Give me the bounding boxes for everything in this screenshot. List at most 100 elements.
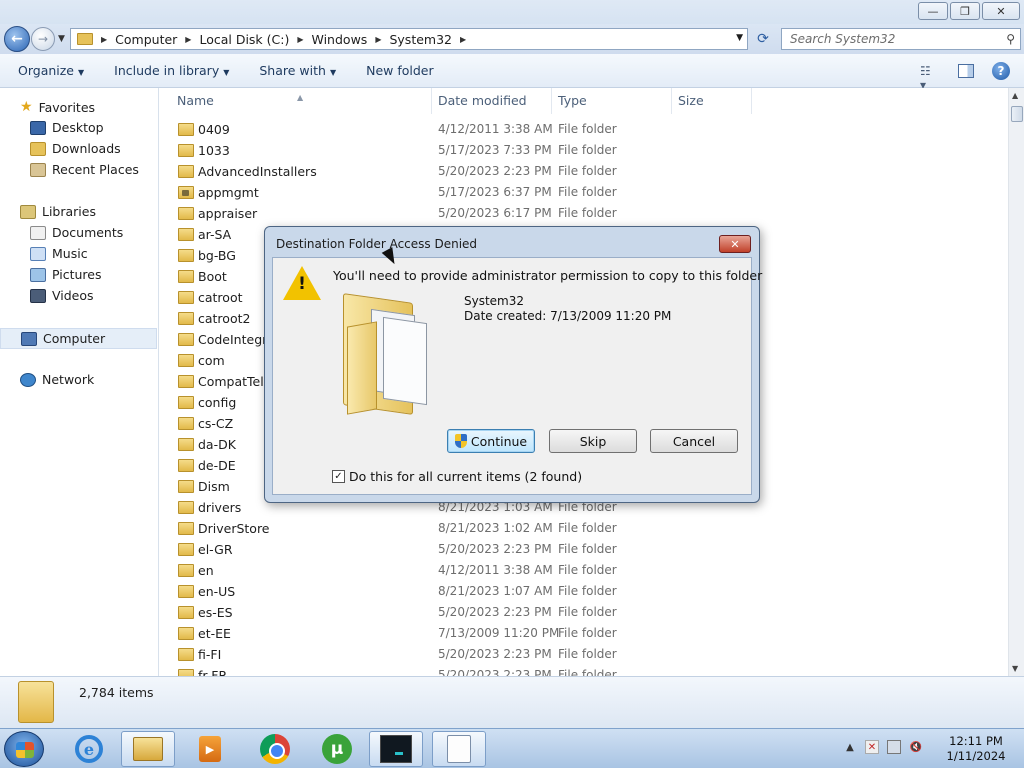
back-button[interactable]: ← (4, 26, 30, 52)
organize-button[interactable]: Organize ▼ (18, 63, 84, 78)
skip-button[interactable]: Skip (549, 429, 637, 453)
action-center-flag-icon[interactable]: ✕ (865, 740, 879, 754)
chevron-right-icon[interactable]: ▶ (185, 35, 191, 44)
folder-icon (178, 270, 194, 283)
address-dropdown-icon[interactable]: ▼ (736, 33, 743, 43)
cancel-button[interactable]: Cancel (650, 429, 738, 453)
file-date-modified: 5/17/2023 7:33 PM (438, 143, 552, 157)
nav-network[interactable]: Network (20, 372, 94, 387)
chevron-right-icon[interactable]: ▶ (460, 35, 466, 44)
dialog-close-button[interactable]: ✕ (719, 235, 751, 253)
taskbar-notepad[interactable] (432, 731, 486, 767)
file-row[interactable]: appmgmt 5/17/2023 6:37 PM File folder (160, 182, 1008, 203)
nav-computer[interactable]: Computer (0, 328, 157, 349)
file-date-modified: 4/12/2011 3:38 AM (438, 563, 553, 577)
breadcrumb-system32[interactable]: System32 (389, 32, 452, 47)
column-divider[interactable] (551, 88, 552, 114)
nav-pictures[interactable]: Pictures (30, 267, 102, 282)
file-name: es-ES (198, 605, 233, 620)
start-button[interactable] (4, 731, 44, 767)
address-bar[interactable]: ▶ Computer ▶ Local Disk (C:) ▶ Windows ▶… (70, 28, 748, 50)
file-row[interactable]: fi-FI 5/20/2023 2:23 PM File folder (160, 644, 1008, 665)
show-hidden-icons-icon[interactable]: ▲ (843, 740, 857, 754)
chevron-right-icon[interactable]: ▶ (297, 35, 303, 44)
nav-downloads[interactable]: Downloads (30, 141, 121, 156)
file-row[interactable]: appraiser 5/20/2023 6:17 PM File folder (160, 203, 1008, 224)
column-divider[interactable] (751, 88, 752, 114)
recent-pages-dropdown[interactable]: ▼ (58, 34, 65, 44)
forward-button[interactable]: → (31, 27, 55, 51)
breadcrumb-windows[interactable]: Windows (312, 32, 368, 47)
dialog-message: You'll need to provide administrator per… (333, 268, 763, 283)
column-header-date-modified[interactable]: Date modified (438, 93, 527, 108)
folder-icon (178, 228, 194, 241)
column-header-type[interactable]: Type (558, 93, 587, 108)
search-input[interactable]: Search System32 ⚲ (781, 28, 1021, 50)
include-in-library-button[interactable]: Include in library ▼ (114, 63, 229, 78)
continue-button[interactable]: Continue (447, 429, 535, 453)
chevron-right-icon[interactable]: ▶ (375, 35, 381, 44)
maximize-button[interactable]: ❐ (950, 2, 980, 20)
file-row[interactable]: en 4/12/2011 3:38 AM File folder (160, 560, 1008, 581)
clock[interactable]: 12:11 PM 1/11/2024 (940, 734, 1012, 764)
column-headers: ▲ Name Date modified Type Size (160, 88, 1008, 114)
network-status-icon[interactable] (887, 740, 901, 754)
column-header-name[interactable]: Name (177, 93, 214, 108)
file-row[interactable]: 0409 4/12/2011 3:38 AM File folder (160, 119, 1008, 140)
scroll-up-icon[interactable]: ▲ (1012, 91, 1018, 100)
file-row[interactable]: el-GR 5/20/2023 2:23 PM File folder (160, 539, 1008, 560)
file-row[interactable]: en-US 8/21/2023 1:07 AM File folder (160, 581, 1008, 602)
taskbar-utorrent[interactable]: µ (310, 731, 364, 767)
include-in-library-label: Include in library (114, 63, 220, 78)
change-view-icon[interactable]: ☷ ▾ (920, 64, 940, 92)
nav-recent-places[interactable]: Recent Places (30, 162, 139, 177)
taskbar-internet-explorer[interactable]: e (62, 731, 116, 767)
breadcrumb-local-disk[interactable]: Local Disk (C:) (199, 32, 289, 47)
dialog-folder-name: System32 (464, 294, 525, 308)
taskbar-windows-explorer[interactable] (121, 731, 175, 767)
nav-documents[interactable]: Documents (30, 225, 123, 240)
file-type: File folder (558, 605, 617, 619)
file-type: File folder (558, 164, 617, 178)
close-button[interactable]: ✕ (982, 2, 1020, 20)
chevron-right-icon[interactable]: ▶ (101, 35, 107, 44)
file-row[interactable]: AdvancedInstallers 5/20/2023 2:23 PM File … (160, 161, 1008, 182)
column-header-size[interactable]: Size (678, 93, 704, 108)
taskbar-chrome[interactable] (248, 731, 302, 767)
nav-favorites[interactable]: ★ Favorites (20, 99, 95, 115)
nav-music[interactable]: Music (30, 246, 88, 261)
file-row[interactable]: fr-FR 5/20/2023 2:23 PM File folder (160, 665, 1008, 676)
file-type: File folder (558, 647, 617, 661)
refresh-button[interactable]: ⟳ (752, 29, 774, 49)
breadcrumb-computer[interactable]: Computer (115, 32, 177, 47)
utorrent-icon: µ (322, 734, 352, 764)
navigation-pane: ★ Favorites Desktop Downloads Recent Plac… (0, 88, 159, 676)
nav-videos[interactable]: Videos (30, 288, 94, 303)
minimize-button[interactable]: — (918, 2, 948, 20)
column-divider[interactable] (431, 88, 432, 114)
new-folder-button[interactable]: New folder (366, 63, 434, 78)
taskbar-media-player[interactable]: ▶ (183, 731, 237, 767)
taskbar-command-prompt[interactable] (369, 731, 423, 767)
nav-desktop[interactable]: Desktop (30, 120, 104, 135)
column-divider[interactable] (671, 88, 672, 114)
help-icon[interactable]: ? (992, 62, 1010, 80)
vertical-scrollbar[interactable]: ▲ ▼ (1008, 88, 1024, 676)
folder-icon (178, 585, 194, 598)
nav-libraries[interactable]: Libraries (20, 204, 96, 219)
volume-muted-icon[interactable]: 🔇 (909, 740, 923, 754)
file-row[interactable]: es-ES 5/20/2023 2:23 PM File folder (160, 602, 1008, 623)
scroll-down-icon[interactable]: ▼ (1012, 664, 1018, 673)
file-row[interactable]: DriverStore 8/21/2023 1:02 AM File folder (160, 518, 1008, 539)
search-icon[interactable]: ⚲ (1006, 32, 1015, 46)
file-name: config (198, 395, 237, 410)
preview-pane-icon[interactable] (958, 64, 974, 78)
scrollbar-thumb[interactable] (1011, 106, 1023, 122)
file-row[interactable]: et-EE 7/13/2009 11:20 PM File folder (160, 623, 1008, 644)
file-row[interactable]: 1033 5/17/2023 7:33 PM File folder (160, 140, 1008, 161)
checkbox-box[interactable]: ✓ (332, 470, 345, 483)
downloads-folder-icon (30, 141, 46, 156)
back-arrow-icon: ← (11, 31, 23, 47)
share-with-button[interactable]: Share with ▼ (259, 63, 336, 78)
do-this-for-all-checkbox[interactable]: ✓ Do this for all current items (2 found… (332, 469, 582, 484)
